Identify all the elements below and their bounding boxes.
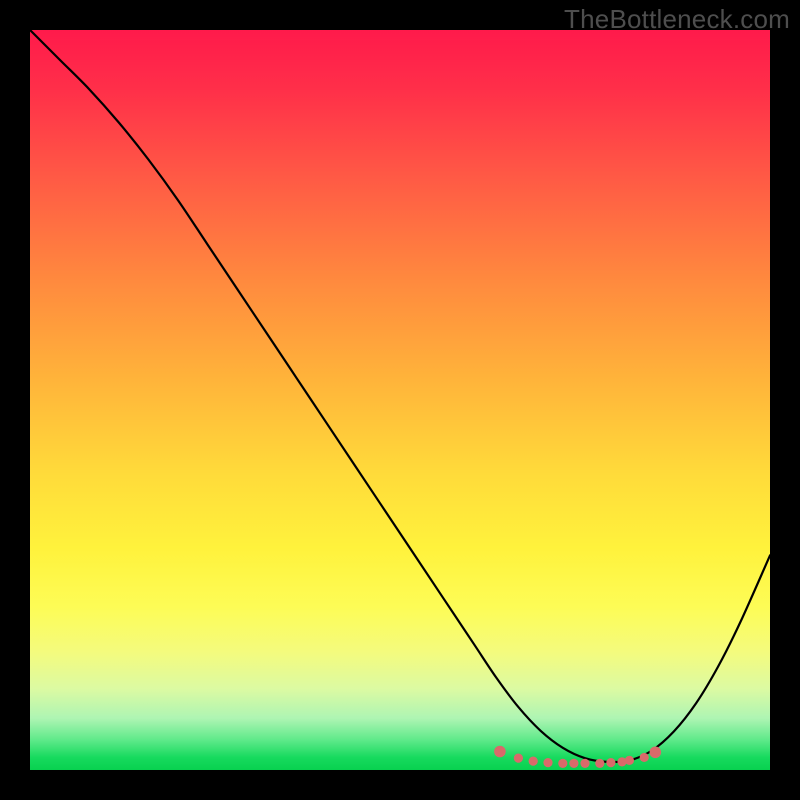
optimal-marker-dot [625,756,634,765]
chart-frame: TheBottleneck.com [0,0,800,800]
optimal-marker-dot [650,746,662,758]
optimal-marker-dot [595,759,604,768]
chart-svg [30,30,770,770]
optimal-marker-dot [640,753,649,762]
bottleneck-curve-line [30,30,770,762]
optimal-marker-dot [606,758,615,767]
optimal-marker-dot [569,759,578,768]
optimal-marker-dot [514,754,523,763]
optimal-marker-dot [558,759,567,768]
optimal-marker-dot [494,746,506,758]
plot-area [30,30,770,770]
optimal-range-markers [494,746,661,768]
optimal-marker-dot [543,758,552,767]
optimal-marker-dot [529,757,538,766]
optimal-marker-dot [580,759,589,768]
